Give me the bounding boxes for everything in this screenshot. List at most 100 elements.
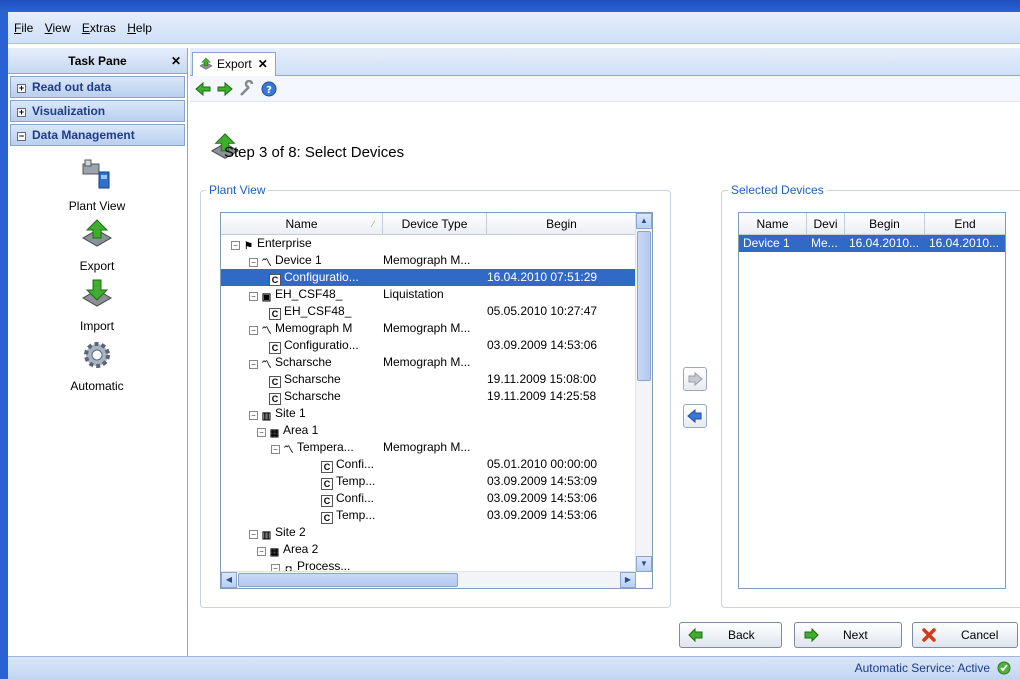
collapse-icon[interactable]: − xyxy=(249,292,258,301)
collapse-icon[interactable]: − xyxy=(249,258,258,267)
scroll-down-icon[interactable]: ▼ xyxy=(636,556,652,572)
plant-view-tree: Name ⁄ Device Type Begin − ⚑ Enterprise − 〽 De… xyxy=(220,212,653,589)
task-item-import[interactable]: Import xyxy=(8,278,186,333)
tree-row[interactable]: − 〽 Tempera... Memograph M... xyxy=(221,439,636,456)
sort-icon: ⁄ xyxy=(372,219,374,229)
status-text: Automatic Service: Active xyxy=(854,661,990,675)
scroll-left-icon[interactable]: ◀ xyxy=(221,572,237,588)
next-button[interactable]: Next xyxy=(794,622,902,648)
cell-begin: 16.04.2010 07:51:29 xyxy=(487,270,598,284)
status-bar: Automatic Service: Active xyxy=(8,656,1020,679)
tree-row[interactable]: − ▦ Area 2 xyxy=(221,541,636,558)
selected-devices-grid: Name Devi Begin End Device 1 Me... 16.04… xyxy=(738,212,1006,589)
close-icon[interactable]: ✕ xyxy=(171,48,181,74)
row-name: Tempera... xyxy=(297,440,354,454)
remove-device-button[interactable] xyxy=(683,404,707,428)
scroll-right-icon[interactable]: ▶ xyxy=(620,572,636,588)
cancel-button[interactable]: Cancel xyxy=(912,622,1018,648)
plant-view-label: Plant View xyxy=(206,183,269,197)
menu-view[interactable]: View xyxy=(45,21,71,35)
cell-name: − ▣ EH_CSF48_ xyxy=(249,286,342,303)
task-item-label: Automatic xyxy=(70,379,124,393)
scroll-thumb[interactable] xyxy=(637,231,651,381)
tree-row[interactable]: C Configuratio... 03.09.2009 14:53:06 xyxy=(221,337,636,354)
tree-row[interactable]: C Scharsche 19.11.2009 15:08:00 xyxy=(221,371,636,388)
cell-name: C Confi... xyxy=(321,490,374,507)
collapse-icon[interactable]: − xyxy=(271,445,280,454)
scroll-thumb[interactable] xyxy=(238,573,458,587)
table-row[interactable]: Device 1 Me... 16.04.2010... 16.04.2010.… xyxy=(739,235,1005,252)
close-icon[interactable]: ✕ xyxy=(258,57,268,71)
collapse-icon[interactable]: − xyxy=(257,428,266,437)
cell-name: C Scharsche xyxy=(269,371,341,388)
column-header-begin[interactable]: Begin xyxy=(845,213,925,235)
tree-row[interactable]: − 〽 Scharsche Memograph M... xyxy=(221,354,636,371)
tree-row[interactable]: C Temp... 03.09.2009 14:53:06 xyxy=(221,507,636,524)
scroll-up-icon[interactable]: ▲ xyxy=(636,213,652,229)
cell-name: Device 1 xyxy=(743,236,790,250)
task-item-export[interactable]: Export xyxy=(8,218,186,273)
tree-row[interactable]: C Confi... 05.01.2010 00:00:00 xyxy=(221,456,636,473)
tree-row[interactable]: − 〽 Device 1 Memograph M... xyxy=(221,252,636,269)
cell-name: C Confi... xyxy=(321,456,374,473)
tree-row[interactable]: − ▣ EH_CSF48_ Liquistation xyxy=(221,286,636,303)
tree-row[interactable]: C Confi... 03.09.2009 14:53:06 xyxy=(221,490,636,507)
column-header-name[interactable]: Name ⁄ xyxy=(221,213,383,235)
column-header-begin[interactable]: Begin xyxy=(487,213,636,235)
cell-begin: 03.09.2009 14:53:06 xyxy=(487,508,598,522)
configuration-icon: C xyxy=(321,495,333,507)
collapse-icon[interactable]: − xyxy=(257,547,266,556)
column-header-name[interactable]: Name xyxy=(739,213,807,235)
menu-file[interactable]: File xyxy=(14,21,33,35)
collapse-icon[interactable]: − xyxy=(249,411,258,420)
collapse-icon[interactable]: − xyxy=(249,360,258,369)
tree-row[interactable]: C EH_CSF48_ 05.05.2010 10:27:47 xyxy=(221,303,636,320)
row-name: Scharsche xyxy=(284,389,341,403)
tree-row[interactable]: − ▥ Site 1 xyxy=(221,405,636,422)
row-name: Scharsche xyxy=(284,372,341,386)
column-header-end[interactable]: End xyxy=(925,213,1005,235)
collapse-icon[interactable]: − xyxy=(231,241,240,250)
collapse-icon[interactable]: − xyxy=(249,326,258,335)
tab-export[interactable]: Export ✕ xyxy=(192,52,276,76)
row-name: EH_CSF48_ xyxy=(275,287,343,301)
column-header-devi[interactable]: Devi xyxy=(807,213,845,235)
cell-name: − ▦ Area 1 xyxy=(257,422,318,439)
column-label: Name xyxy=(285,217,318,231)
section-read-out-data[interactable]: + Read out data xyxy=(10,76,185,98)
menu-extras[interactable]: Extras xyxy=(82,21,116,35)
tree-row[interactable]: C Temp... 03.09.2009 14:53:09 xyxy=(221,473,636,490)
row-name: Configuratio... xyxy=(284,338,359,352)
menu-help[interactable]: Help xyxy=(127,21,152,35)
section-visualization[interactable]: + Visualization xyxy=(10,100,185,122)
tree-row[interactable]: − ⚑ Enterprise xyxy=(221,235,636,252)
task-item-plant-view[interactable]: Plant View xyxy=(8,158,186,213)
collapse-icon[interactable]: − xyxy=(249,530,258,539)
back-button[interactable]: Back xyxy=(679,622,782,648)
row-name: Memograph M xyxy=(275,321,353,335)
tree-row[interactable]: − ▥ Site 2 xyxy=(221,524,636,541)
button-label: Back xyxy=(728,628,755,642)
memograph-icon: 〽 xyxy=(261,326,272,337)
tree-row[interactable]: C Configuratio... 16.04.2010 07:51:29 xyxy=(221,269,636,286)
vertical-scrollbar[interactable]: ▲ ▼ xyxy=(635,213,652,572)
window-titlebar xyxy=(0,0,1020,12)
column-header-device-type[interactable]: Device Type xyxy=(383,213,487,235)
help-icon[interactable]: ? xyxy=(260,80,278,98)
forward-arrow-icon[interactable] xyxy=(216,80,234,98)
cell-name: − 〽 Device 1 xyxy=(249,252,322,269)
add-device-button[interactable] xyxy=(683,367,707,391)
row-name: Site 1 xyxy=(275,406,306,420)
button-label: Cancel xyxy=(961,628,999,642)
tree-row[interactable]: C Scharsche 19.11.2009 14:25:58 xyxy=(221,388,636,405)
tree-row[interactable]: − 〽 Memograph M Memograph M... xyxy=(221,320,636,337)
cell-name: C Configuratio... xyxy=(269,337,359,354)
memograph-icon: 〽 xyxy=(261,360,272,371)
horizontal-scrollbar[interactable]: ◀ ▶ xyxy=(221,571,636,588)
grid-header: Name ⁄ Device Type Begin xyxy=(221,213,636,235)
tree-row[interactable]: − ▦ Area 1 xyxy=(221,422,636,439)
wrench-icon[interactable] xyxy=(238,80,256,98)
back-arrow-icon[interactable] xyxy=(194,80,212,98)
section-data-management[interactable]: − Data Management xyxy=(10,124,185,146)
task-item-automatic[interactable]: Automatic xyxy=(8,338,186,393)
